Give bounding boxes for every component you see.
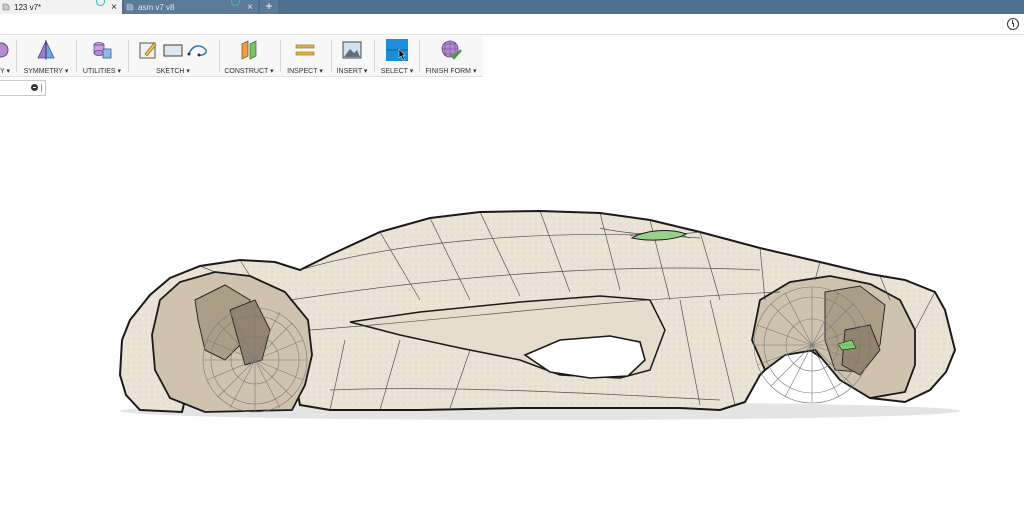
application-bar	[0, 14, 1024, 35]
front-wheel[interactable]	[202, 307, 308, 413]
finish-form-menu[interactable]: FINISH FORM ▾	[421, 36, 481, 76]
new-tab-button[interactable]: +	[260, 0, 278, 14]
sketch-menu[interactable]: SKETCH ▾	[130, 36, 216, 76]
select-cursor-icon	[386, 39, 408, 61]
toolbar-separator	[128, 40, 129, 72]
rear-wheel[interactable]	[753, 286, 871, 404]
job-status-clock-icon[interactable]	[1007, 18, 1019, 30]
spline-icon	[187, 45, 207, 57]
modify-icon	[0, 42, 9, 58]
modify-label: Y ▾	[0, 68, 11, 75]
toolbar-separator	[16, 40, 17, 72]
finish-form-label: FINISH FORM ▾	[425, 68, 477, 75]
document-icon	[126, 3, 134, 11]
inspect-menu[interactable]: INSPECT ▾	[283, 36, 327, 76]
tab-asm-v7-v8[interactable]: asm v7 v8 ×	[124, 0, 258, 14]
insert-image-icon	[342, 41, 362, 59]
browser-panel-collapsed[interactable]	[0, 80, 46, 96]
sketch-label: SKETCH ▾	[156, 68, 190, 75]
resize-handle[interactable]	[41, 84, 42, 92]
inspect-measure-icon	[295, 44, 315, 56]
toolbar-separator	[76, 40, 77, 72]
select-label: SELECT ▾	[380, 68, 414, 75]
inspect-label: INSPECT ▾	[287, 68, 323, 75]
symmetry-menu[interactable]: SYMMETRY ▾	[20, 36, 72, 76]
insert-label: INSERT ▾	[336, 68, 368, 75]
construct-menu[interactable]: CONSTRUCT ▾	[222, 36, 276, 76]
construct-plane-icon	[241, 40, 257, 60]
collapse-icon[interactable]	[31, 84, 38, 91]
utilities-icon	[93, 42, 112, 59]
form-toolbar: Y ▾ SYMMETRY ▾ UTILITIES ▾ SKETCH ▾ CONS…	[0, 36, 483, 77]
rectangle-icon	[163, 44, 183, 57]
symmetry-icon	[37, 40, 55, 60]
toolbar-separator	[219, 40, 220, 72]
insert-menu[interactable]: INSERT ▾	[333, 36, 371, 76]
document-tab-bar: 123 v7* × asm v7 v8 × +	[0, 0, 1024, 14]
tab-123-v7[interactable]: 123 v7* ×	[0, 0, 122, 14]
toolbar-separator	[331, 40, 332, 72]
toolbar-separator	[419, 40, 420, 72]
sketch-edit-icon	[139, 42, 157, 59]
tab-label: 123 v7*	[14, 2, 42, 12]
select-menu[interactable]: SELECT ▾	[377, 36, 417, 76]
close-tab-icon[interactable]: ×	[109, 2, 119, 13]
toolbar-separator	[280, 40, 281, 72]
symmetry-label: SYMMETRY ▾	[23, 68, 69, 75]
toolbar-separator	[374, 40, 375, 72]
modify-menu[interactable]: Y ▾	[0, 36, 14, 76]
close-tab-icon[interactable]: ×	[245, 2, 255, 13]
document-icon	[2, 3, 10, 11]
tab-label: asm v7 v8	[138, 2, 175, 12]
canvas-viewport[interactable]	[0, 96, 1024, 508]
finish-form-icon	[441, 40, 462, 60]
construct-label: CONSTRUCT ▾	[224, 68, 274, 75]
utilities-menu[interactable]: UTILITIES ▾	[80, 36, 124, 76]
utilities-label: UTILITIES ▾	[82, 68, 122, 75]
